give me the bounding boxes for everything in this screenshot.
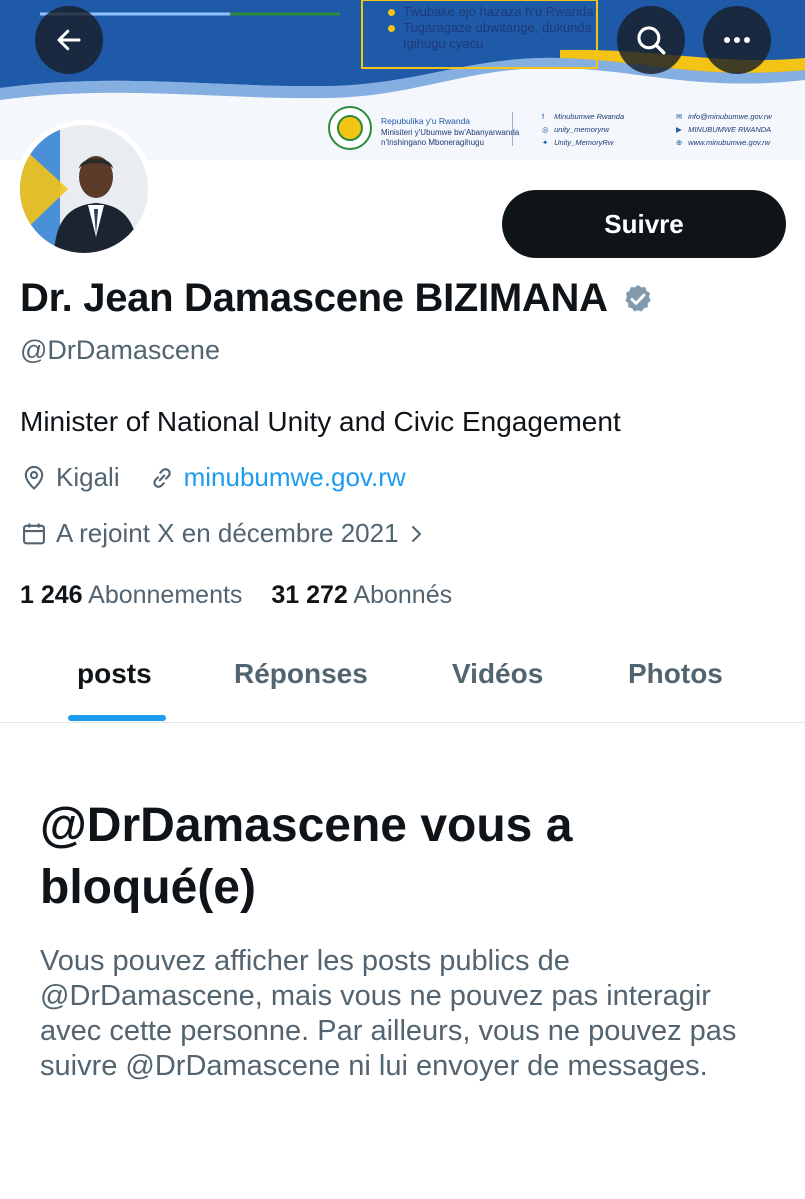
banner-bullet-2-cont: Igihugu cyacu [403, 36, 484, 51]
profile-joined[interactable]: A rejoint X en décembre 2021 [20, 518, 425, 549]
more-icon [724, 37, 750, 43]
facebook-icon: f [542, 112, 545, 121]
followers-label: Abonnés [353, 581, 453, 609]
blocked-title: @DrDamascene vous a bloqué(e) [40, 799, 573, 914]
followers-count: 31 272 [271, 581, 348, 609]
banner-divider [512, 112, 513, 146]
tab-posts[interactable]: posts [77, 658, 152, 690]
tab-photos[interactable]: Photos [628, 658, 723, 690]
banner-bullet-2: Tugaragaze ubwitange, dukunda [403, 20, 592, 35]
back-button[interactable] [35, 6, 103, 74]
blocked-description: Vous pouvez afficher les posts publics d… [40, 945, 737, 1082]
ministry-line-1: Minisiteri y'Ubumwe bw'Abanyarwanda [381, 128, 520, 137]
more-button[interactable] [703, 6, 771, 74]
follow-button[interactable]: Suivre [502, 190, 786, 258]
location-pin-icon [24, 465, 44, 490]
following-count: 1 246 [20, 581, 83, 609]
profile-handle: @DrDamascene [20, 335, 220, 365]
globe-icon: ⊕ [676, 138, 683, 147]
profile-bio: Minister of National Unity and Civic Eng… [20, 406, 621, 437]
search-icon [637, 26, 666, 55]
tab-replies[interactable]: Réponses [234, 658, 368, 690]
banner-social-right: ✉ info@minubumwe.gov.rw ▶ MINUBUMWE RWAN… [676, 112, 772, 147]
youtube-icon: ▶ [676, 125, 682, 134]
twitter-icon: ✦ [542, 138, 549, 147]
tab-videos[interactable]: Vidéos [452, 658, 543, 690]
banner-social-left: f Minubumwe Rwanda ◎ unity_memoryrw ✦ Un… [542, 112, 625, 147]
chevron-right-icon [411, 525, 421, 542]
link-icon [152, 467, 171, 488]
arrow-left-icon [57, 29, 81, 51]
active-tab-indicator [68, 715, 166, 721]
rwanda-seal-icon [328, 106, 372, 150]
profile-meta: Kigali minubumwe.gov.rw [20, 462, 406, 493]
profile-name: Dr. Jean Damascene BIZIMANA [20, 276, 608, 320]
followers-link[interactable]: 31 272 Abonnés [271, 581, 452, 609]
following-link[interactable]: 1 246 Abonnements [20, 581, 242, 609]
following-label: Abonnements [88, 581, 243, 609]
email-icon: ✉ [676, 112, 683, 121]
profile-name-row: Dr. Jean Damascene BIZIMANA [20, 276, 654, 321]
ministry-line-2: n'Inshingano Mboneragihugu [381, 138, 484, 147]
profile-joined-text: A rejoint X en décembre 2021 [56, 518, 399, 548]
calendar-icon [23, 523, 45, 544]
profile-tabs: posts Réponses Vidéos Photos [0, 640, 805, 723]
banner-bullet-1: Twubake ejo hazaza h'u Rwanda [403, 4, 594, 19]
instagram-icon: ◎ [542, 125, 549, 134]
banner-bullets: Twubake ejo hazaza h'u Rwanda Tugaragaze… [388, 4, 593, 52]
verified-badge-icon[interactable] [622, 283, 654, 315]
avatar[interactable] [15, 120, 153, 258]
republic-label: Repubulika y'u Rwanda [381, 116, 471, 126]
profile-website-link[interactable]: minubumwe.gov.rw [184, 462, 406, 493]
search-button[interactable] [617, 6, 685, 74]
profile-location: Kigali [56, 462, 120, 492]
avatar-photo [20, 125, 148, 253]
profile-counts: 1 246 Abonnements 31 272 Abonnés [20, 581, 452, 610]
